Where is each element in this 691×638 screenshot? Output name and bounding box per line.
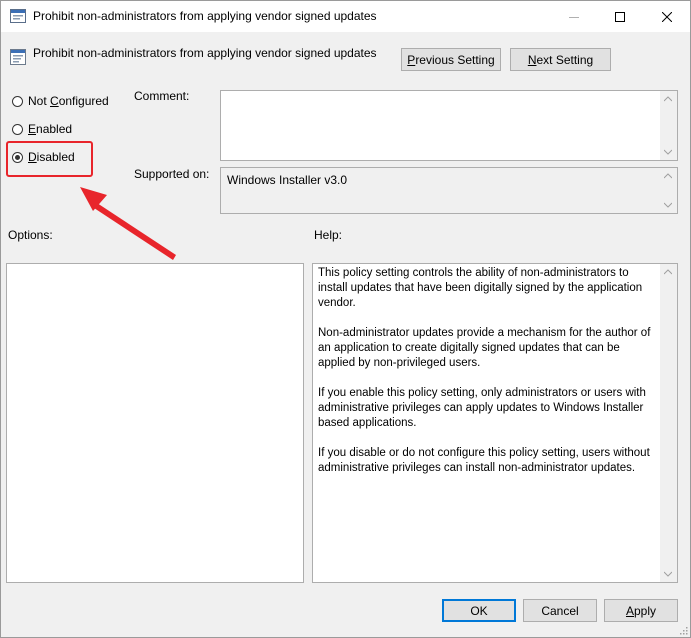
scroll-up-icon (664, 96, 672, 102)
ok-button[interactable]: OK (442, 599, 516, 622)
scroll-up-icon (664, 173, 672, 179)
help-paragraph: If you disable or do not configure this … (318, 447, 650, 474)
cancel-button[interactable]: Cancel (523, 599, 597, 622)
resize-grip-icon[interactable] (678, 625, 688, 635)
scroll-down-icon (664, 571, 672, 577)
help-scrollbar[interactable] (660, 264, 677, 582)
apply-button[interactable]: Apply (604, 599, 678, 622)
policy-dialog: Prohibit non-administrators from applyin… (0, 0, 691, 638)
scroll-up-icon (664, 269, 672, 275)
apply-label: pply (634, 603, 657, 618)
help-pane[interactable]: This policy setting controls the ability… (312, 263, 678, 583)
comment-scrollbar[interactable] (660, 91, 677, 160)
scroll-down-icon (664, 202, 672, 208)
supported-scrollbar[interactable] (660, 168, 677, 213)
comment-field[interactable] (220, 90, 678, 161)
comment-label: Comment: (134, 89, 190, 103)
supported-on-label: Supported on: (134, 167, 210, 181)
help-label: Help: (314, 228, 343, 242)
scroll-down-icon (664, 149, 672, 155)
supported-on-value: Windows Installer v3.0 (227, 173, 348, 187)
supported-on-field: Windows Installer v3.0 (220, 167, 678, 214)
help-text: This policy setting controls the ability… (318, 266, 657, 491)
apply-accel: A (625, 603, 634, 618)
help-paragraph: This policy setting controls the ability… (318, 267, 643, 309)
help-paragraph: If you enable this policy setting, only … (318, 387, 646, 429)
options-pane (6, 263, 304, 583)
options-label: Options: (8, 228, 53, 242)
help-paragraph: Non-administrator updates provide a mech… (318, 327, 651, 369)
